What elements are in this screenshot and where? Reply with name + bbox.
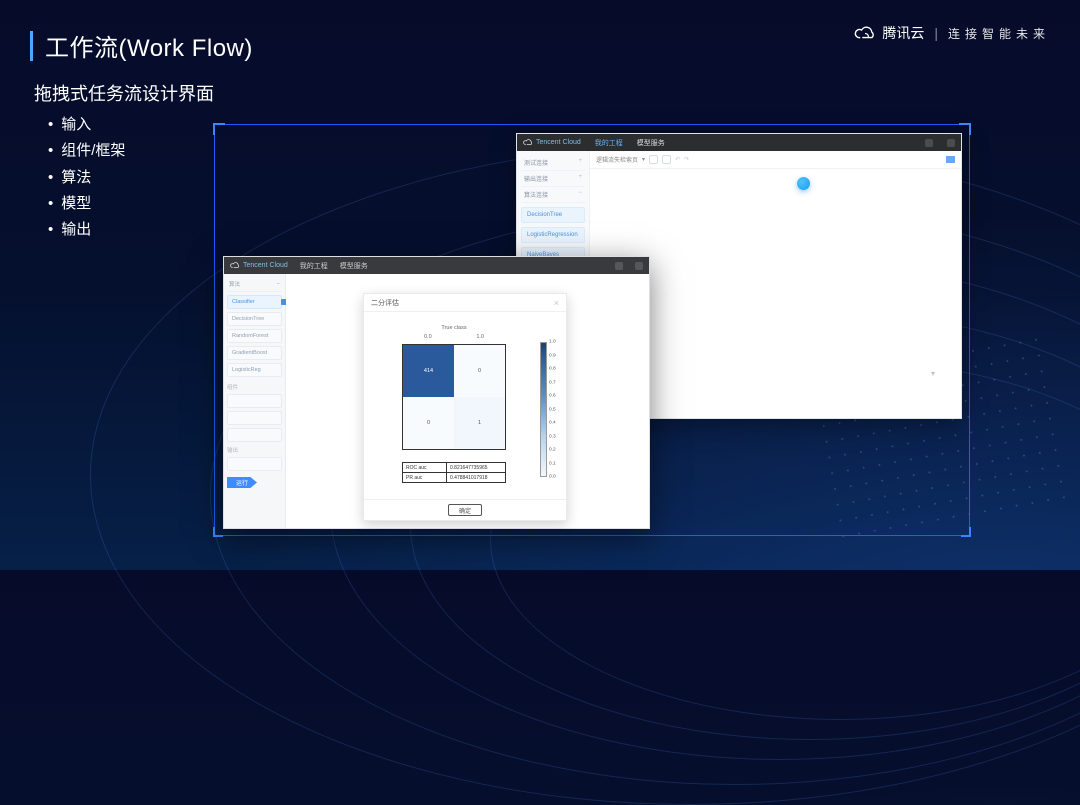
algorithm-chip-selected[interactable]: Classifier [227,295,282,309]
colorbar-tick: 0.2 [549,448,556,453]
metric-name: PR auc [403,473,447,482]
feature-bullet: 输入 [48,112,214,138]
sidebar-category[interactable]: 测试连接+ [521,155,585,171]
feature-subtitle: 拖拽式任务流设计界面 [34,80,214,106]
heatmap-cell: 1 [454,397,505,449]
metric-value: 0.478841017918 [447,473,505,482]
product-logo-text: Tencent Cloud [230,262,288,269]
algorithm-chip[interactable] [227,411,282,425]
close-icon[interactable]: × [554,298,559,308]
sidebar-head[interactable]: 算法− [227,277,282,292]
sidebar-section-label[interactable]: 输出 [227,446,282,454]
header-icon[interactable] [615,262,623,270]
window-top-bar: Tencent Cloud 我的工程 模型服务 [517,134,961,151]
brand-tagline: 连接智能未来 [948,25,1050,42]
toolbar-redo-icon[interactable]: ↷ [684,156,689,163]
workflow-node[interactable] [797,177,810,190]
algorithm-chip[interactable]: RandomForest [227,329,282,343]
colorbar-tick: 0.9 [549,353,556,358]
window-top-bar: Tencent Cloud 我的工程 模型服务 [224,257,649,274]
table-row: ROC auc 0.821647735965 [403,463,505,473]
sidebar-category[interactable]: 算法连接− [521,187,585,203]
metrics-table: ROC auc 0.821647735965 PR auc 0.47884101… [402,462,506,483]
sidebar-palette: 算法− Classifier DecisionTree RandomForest… [224,274,286,528]
algorithm-chip[interactable] [227,457,282,471]
colorbar-tick: 0.4 [549,421,556,426]
plus-icon[interactable]: + [578,174,582,183]
feature-bullet-list: 输入 组件/框架 算法 模型 输出 [34,112,214,243]
nav-tab-model-service[interactable]: 模型服务 [637,138,665,148]
algorithm-chip[interactable]: DecisionTree [521,207,585,223]
metric-value: 0.821647735965 [447,463,505,472]
canvas-toolbar: 逻辑流失检索页 ▾ ↶ ↷ [590,151,961,169]
colorbar-tick: 0.5 [549,407,556,412]
modal-confirm-button[interactable]: 确定 [448,504,482,516]
metric-name: ROC auc [403,463,447,472]
chevron-down-icon[interactable]: ▾ [642,156,645,163]
breadcrumb-text: 逻辑流失检索页 [596,155,638,164]
brand-separator: | [934,25,938,41]
title-accent-bar [30,31,33,61]
plus-icon[interactable]: + [578,158,582,167]
feature-bullet: 模型 [48,191,214,217]
algorithm-chip[interactable]: GradientBoost [227,346,282,360]
header-icon[interactable] [947,139,955,147]
confusion-matrix-chart: True class 0.0 1.0 Hypothesized class 41… [372,316,558,496]
algorithm-chip[interactable]: LogisticReg [227,363,282,377]
colorbar-tick: 1.0 [549,340,556,345]
feature-bullet: 组件/框架 [48,138,214,164]
nav-tab-my-project[interactable]: 我的工程 [300,261,328,271]
colorbar-tick: 0.3 [549,434,556,439]
colorbar-tick: 0.8 [549,367,556,372]
screenshot-evaluation-modal: Tencent Cloud 我的工程 模型服务 算法− Classifier D… [223,256,650,529]
evaluation-modal: 二分评估 × True class 0.0 1.0 Hypothesized c… [363,293,567,521]
heatmap-cell: 0 [454,345,505,397]
canvas-mark-icon: ▾ [931,369,935,378]
slide-title-wrap: 工作流(Work Flow) [30,28,253,63]
screenshot-frame: Tencent Cloud 我的工程 模型服务 测试连接+ 输出连接+ 算法连接… [214,124,970,536]
run-button[interactable]: 运行 [227,477,257,488]
toolbar-button[interactable] [649,155,658,164]
product-logo-text: Tencent Cloud [523,139,581,146]
sidebar-section-label[interactable]: 组件 [227,383,282,391]
brand-block: 腾讯云 | 连接智能未来 [854,23,1050,43]
colorbar-tick: 0.7 [549,380,556,385]
table-row: PR auc 0.478841017918 [403,473,505,482]
heatmap-cell: 414 [403,345,454,397]
colorbar-tick: 0.6 [549,394,556,399]
nav-tab-model-service[interactable]: 模型服务 [340,261,368,271]
algorithm-chip[interactable]: LogisticRegression [521,227,585,243]
header-icon[interactable] [925,139,933,147]
feature-text: 拖拽式任务流设计界面 输入 组件/框架 算法 模型 输出 [34,80,214,243]
brand-name: 腾讯云 [882,23,924,43]
algorithm-chip[interactable] [227,428,282,442]
fullscreen-icon[interactable] [946,156,955,163]
algorithm-chip[interactable] [227,394,282,408]
colorbar-tick: 0.1 [549,461,556,466]
tencent-cloud-icon [854,26,876,41]
feature-bullet: 算法 [48,165,214,191]
algorithm-chip[interactable]: DecisionTree [227,312,282,326]
heatmap-cell: 0 [403,397,454,449]
colorbar: 1.0 0.9 0.8 0.7 0.6 0.5 0.4 0.3 0.2 0.1 … [540,342,552,477]
colorbar-tick: 0.0 [549,475,556,480]
toolbar-undo-icon[interactable]: ↶ [675,156,680,163]
chart-xtick: 0.0 [424,334,432,340]
slide-title: 工作流(Work Flow) [45,28,253,63]
header-icon[interactable] [635,262,643,270]
chart-xlabel: True class [402,325,506,331]
plus-icon[interactable]: − [578,190,582,199]
nav-tab-my-project[interactable]: 我的工程 [595,138,623,148]
feature-bullet: 输出 [48,217,214,243]
toolbar-button[interactable] [662,155,671,164]
chart-xtick: 1.0 [476,334,484,340]
heatmap-grid: 414 0 0 1 [402,344,506,450]
sidebar-category[interactable]: 输出连接+ [521,171,585,187]
modal-title: 二分评估 [371,298,399,308]
